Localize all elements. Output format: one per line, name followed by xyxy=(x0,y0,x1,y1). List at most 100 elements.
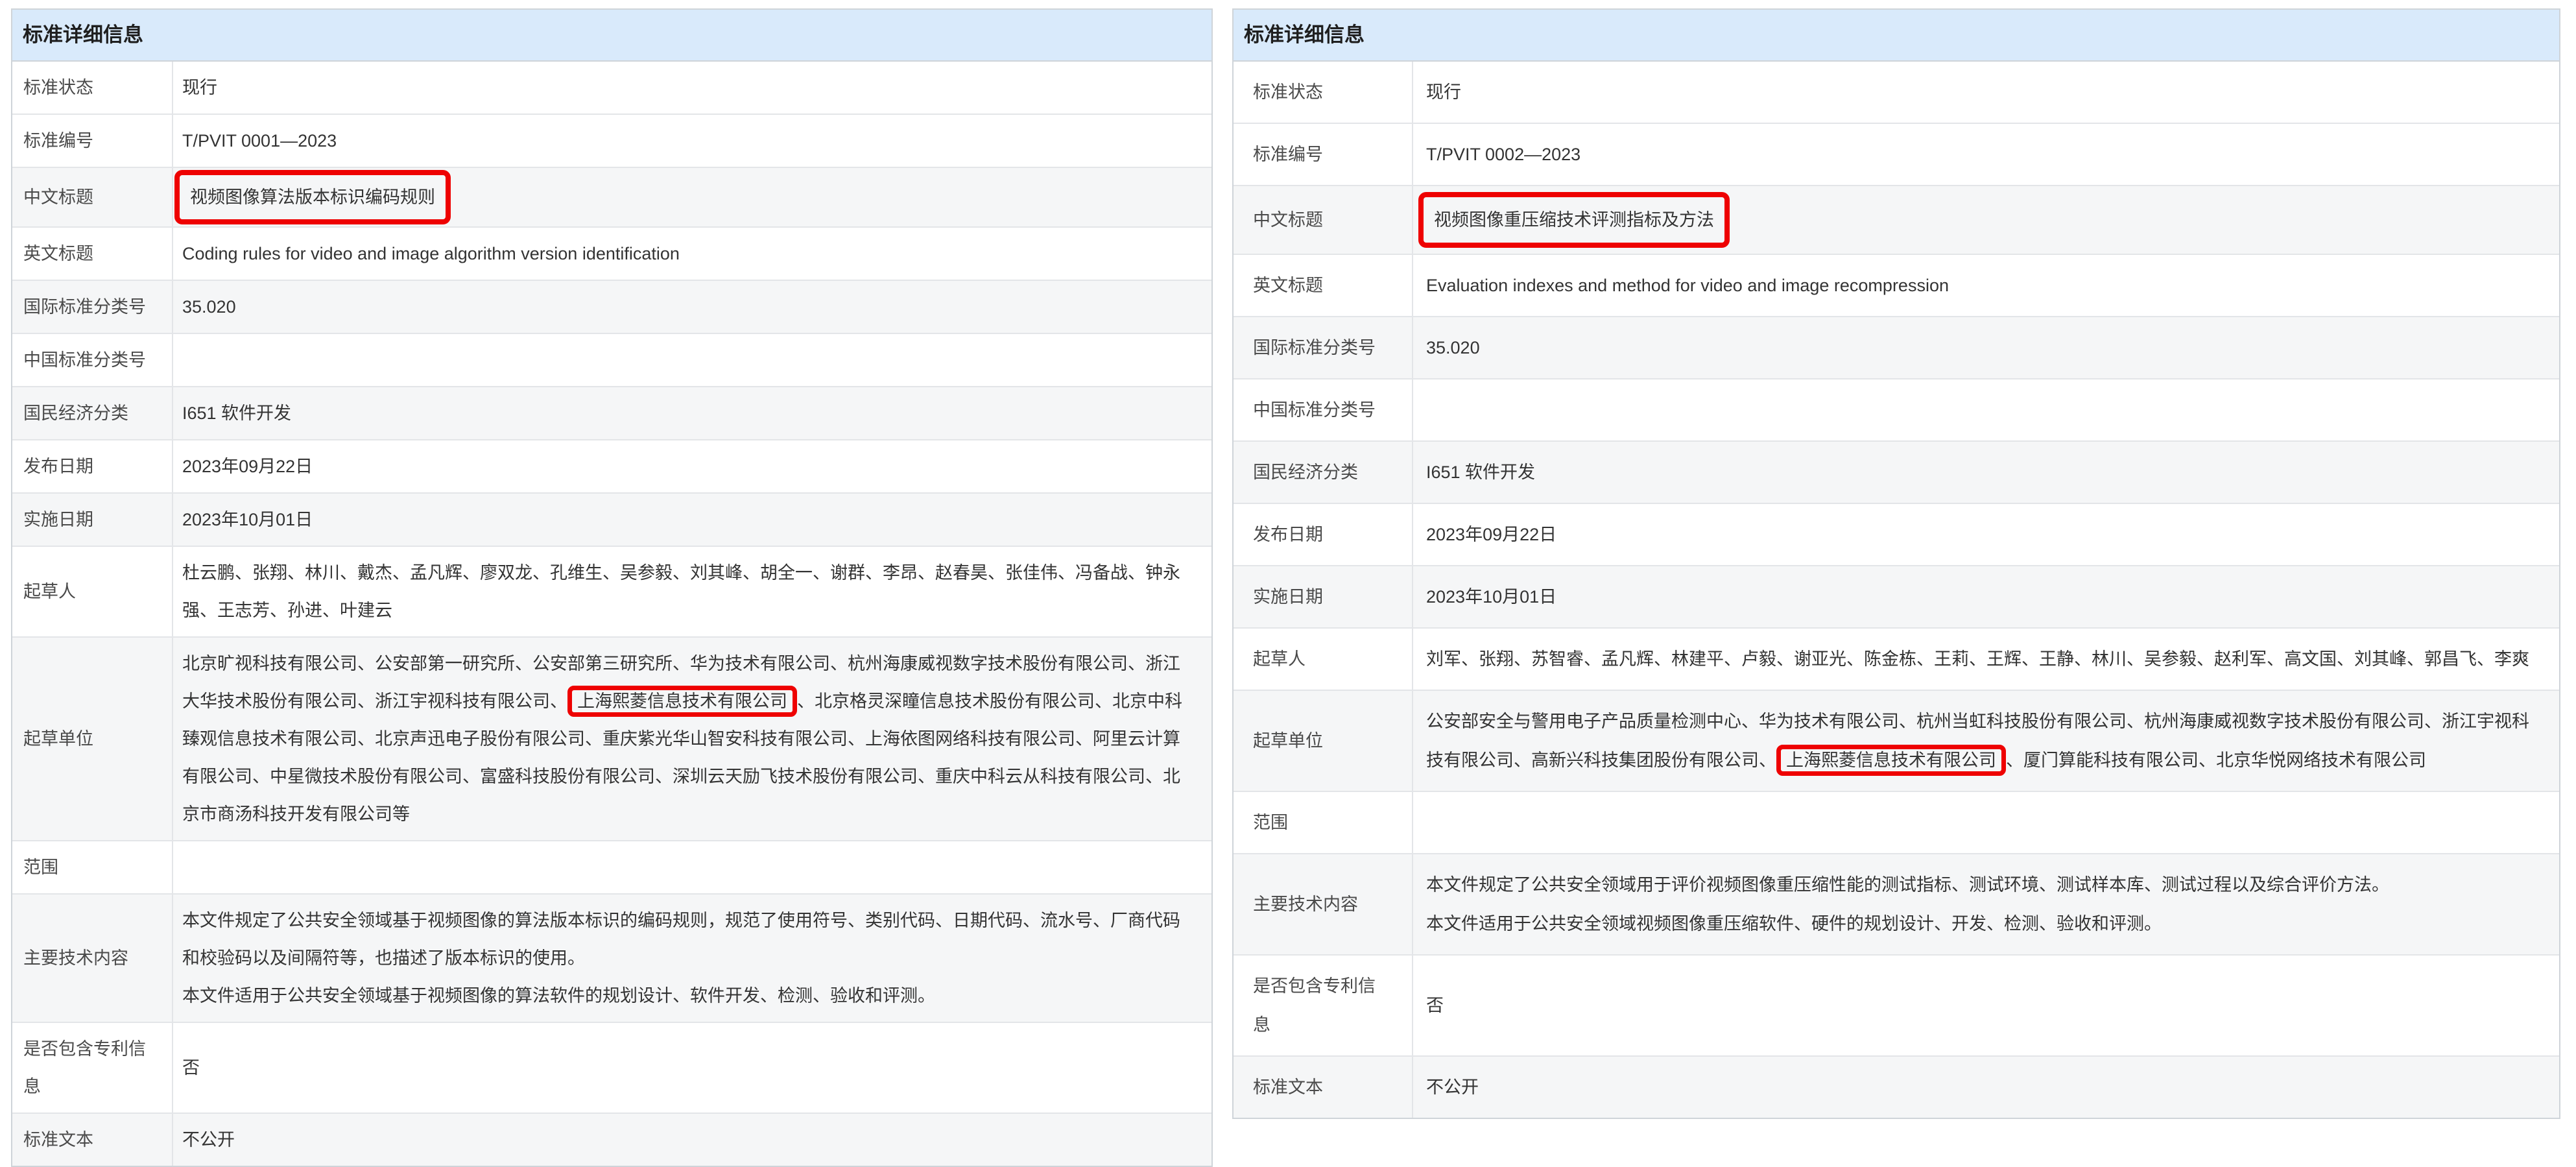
field-value-content: 不公开 xyxy=(182,1121,1197,1159)
row-publish-date: 发布日期 2023年09月22日 xyxy=(1234,503,2559,565)
field-label: 起草单位 xyxy=(1234,691,1413,791)
field-value xyxy=(1413,792,2559,853)
red-highlight-box: 上海熙菱信息技术有限公司 xyxy=(1776,745,2006,776)
field-label-text: 标准文本 xyxy=(23,1121,93,1159)
field-value: 2023年10月01日 xyxy=(173,494,1211,546)
field-label: 起草人 xyxy=(1234,629,1413,690)
row-ccs: 中国标准分类号 xyxy=(1234,378,2559,440)
field-label-text: 实施日期 xyxy=(23,501,93,538)
row-ics: 国际标准分类号 35.020 xyxy=(1234,316,2559,378)
row-drafters: 起草人 刘军、张翔、苏智睿、孟凡辉、林建平、卢毅、谢亚光、陈金栋、王莉、王辉、王静… xyxy=(1234,627,2559,690)
field-label-text: 标准状态 xyxy=(23,69,93,106)
field-value xyxy=(173,334,1211,386)
table-title: 标准详细信息 xyxy=(1244,23,1365,46)
field-value-content: 视频图像重压缩技术评测指标及方法 xyxy=(1426,197,2542,243)
field-value-content: 35.020 xyxy=(1426,328,2542,367)
field-label: 主要技术内容 xyxy=(1234,854,1413,954)
row-status: 标准状态现行 xyxy=(1234,62,2559,123)
field-value-content: Coding rules for video and image algorit… xyxy=(182,235,1197,272)
field-label-text: 国际标准分类号 xyxy=(23,288,146,326)
field-value-content: 北京旷视科技有限公司、公安部第一研究所、公安部第三研究所、华为技术有限公司、杭州… xyxy=(182,645,1197,833)
field-value-content: T/PVIT 0002—2023 xyxy=(1426,135,2542,174)
field-value xyxy=(1413,379,2559,440)
field-label: 是否包含专利信息 xyxy=(12,1023,173,1113)
table-rows: 标准状态现行标准编号T/PVIT 0001—2023中文标题视频图像算法版本标识… xyxy=(12,62,1211,1166)
field-value-content: 公安部安全与警用电子产品质量检测中心、华为技术有限公司、杭州当虹科技股份有限公司… xyxy=(1426,702,2542,780)
row-draft-units: 起草单位 北京旷视科技有限公司、公安部第一研究所、公安部第三研究所、华为技术有限公… xyxy=(12,636,1211,840)
field-label: 标准状态 xyxy=(12,62,173,114)
field-label-text: 起草人 xyxy=(1253,640,1306,679)
field-value: 视频图像重压缩技术评测指标及方法 xyxy=(1413,186,2559,254)
field-label-text: 范围 xyxy=(1253,803,1288,842)
row-title-zh: 中文标题 视频图像算法版本标识编码规则 xyxy=(12,167,1211,226)
field-value-content: 现行 xyxy=(182,69,1197,106)
field-value-content: 2023年09月22日 xyxy=(182,448,1197,485)
field-value xyxy=(173,841,1211,893)
table-header: 标准详细信息 xyxy=(12,10,1211,62)
field-label-text: 实施日期 xyxy=(1253,577,1323,616)
paragraph: 本文件适用于公共安全领域基于视频图像的算法软件的规划设计、软件开发、检测、验收和… xyxy=(182,977,1197,1015)
field-label-text: 中文标题 xyxy=(23,178,93,216)
field-value: 北京旷视科技有限公司、公安部第一研究所、公安部第三研究所、华为技术有限公司、杭州… xyxy=(173,638,1211,840)
row-main-content: 主要技术内容本文件规定了公共安全领域用于评价视频图像重压缩性能的测试指标、测试环… xyxy=(1234,853,2559,954)
field-value-content: 2023年09月22日 xyxy=(1426,515,2542,554)
field-value: 2023年09月22日 xyxy=(173,440,1211,492)
field-value-content: 本文件规定了公共安全领域用于评价视频图像重压缩性能的测试指标、测试环境、测试样本… xyxy=(1426,865,2542,943)
text-segment: 、厦门算能科技有限公司、北京华悦网络技术有限公司 xyxy=(2006,751,2426,770)
field-label: 国际标准分类号 xyxy=(1234,317,1413,378)
row-title-en: 英文标题 Evaluation indexes and method for vi… xyxy=(1234,254,2559,316)
row-code: 标准编号T/PVIT 0001—2023 xyxy=(12,114,1211,167)
field-value-content: 杜云鹏、张翔、林川、戴杰、孟凡辉、廖双龙、孔维生、吴参毅、刘其峰、胡全一、谢群、… xyxy=(182,554,1197,629)
field-label-text: 国民经济分类 xyxy=(1253,453,1358,492)
field-label-text: 起草单位 xyxy=(23,720,93,758)
field-label-text: 是否包含专利信息 xyxy=(23,1030,161,1105)
field-label: 实施日期 xyxy=(1234,566,1413,627)
field-label: 标准文本 xyxy=(1234,1057,1413,1118)
field-label: 标准状态 xyxy=(1234,62,1413,123)
field-label: 发布日期 xyxy=(12,440,173,492)
field-label: 中文标题 xyxy=(12,168,173,226)
row-code: 标准编号T/PVIT 0002—2023 xyxy=(1234,123,2559,185)
field-value-content: 视频图像算法版本标识编码规则 xyxy=(182,175,1197,219)
field-label: 中文标题 xyxy=(1234,186,1413,254)
row-ccs: 中国标准分类号 xyxy=(12,333,1211,386)
row-patent-info: 是否包含专利信息否 xyxy=(12,1022,1211,1113)
field-value: 否 xyxy=(1413,956,2559,1055)
field-value-content: 刘军、张翔、苏智睿、孟凡辉、林建平、卢毅、谢亚光、陈金栋、王莉、王辉、王静、林川… xyxy=(1426,640,2542,679)
row-main-content: 主要技术内容本文件规定了公共安全领域基于视频图像的算法版本标识的编码规则，规范了… xyxy=(12,893,1211,1022)
field-value: 刘军、张翔、苏智睿、孟凡辉、林建平、卢毅、谢亚光、陈金栋、王莉、王辉、王静、林川… xyxy=(1413,629,2559,690)
field-label: 英文标题 xyxy=(12,228,173,280)
field-value-content: I651 软件开发 xyxy=(1426,453,2542,492)
field-label: 中国标准分类号 xyxy=(12,334,173,386)
field-label: 英文标题 xyxy=(1234,255,1413,316)
field-label: 标准文本 xyxy=(12,1114,173,1166)
field-value-content: Evaluation indexes and method for video … xyxy=(1426,266,2542,305)
row-standard-text: 标准文本不公开 xyxy=(1234,1055,2559,1118)
table-header: 标准详细信息 xyxy=(1234,10,2559,62)
field-value: I651 软件开发 xyxy=(173,387,1211,439)
field-value: 35.020 xyxy=(1413,317,2559,378)
field-label: 国民经济分类 xyxy=(12,387,173,439)
row-draft-units: 起草单位 公安部安全与警用电子产品质量检测中心、华为技术有限公司、杭州当虹科技股份… xyxy=(1234,690,2559,791)
paragraph: 本文件适用于公共安全领域视频图像重压缩软件、硬件的规划设计、开发、检测、验收和评… xyxy=(1426,904,2542,943)
row-status: 标准状态 现行 xyxy=(12,62,1211,114)
field-value: 现行 xyxy=(173,62,1211,114)
field-value: T/PVIT 0002—2023 xyxy=(1413,124,2559,185)
field-label: 发布日期 xyxy=(1234,504,1413,565)
field-label: 范围 xyxy=(1234,792,1413,853)
field-value-content: 否 xyxy=(1426,986,2542,1025)
field-label-text: 英文标题 xyxy=(1253,266,1323,305)
field-label-text: 起草单位 xyxy=(1253,721,1323,760)
row-scope: 范围 xyxy=(12,840,1211,893)
field-label-text: 标准状态 xyxy=(1253,73,1323,112)
field-label-text: 英文标题 xyxy=(23,235,93,272)
field-value: 杜云鹏、张翔、林川、戴杰、孟凡辉、廖双龙、孔维生、吴参毅、刘其峰、胡全一、谢群、… xyxy=(173,547,1211,636)
row-economic-class: 国民经济分类I651 软件开发 xyxy=(12,386,1211,439)
field-value-content: T/PVIT 0001—2023 xyxy=(182,122,1197,160)
field-label: 实施日期 xyxy=(12,494,173,546)
field-label-text: 是否包含专利信息 xyxy=(1253,967,1392,1044)
red-highlight-box: 视频图像算法版本标识编码规则 xyxy=(174,170,451,224)
field-label: 标准编号 xyxy=(12,115,173,167)
row-publish-date: 发布日期2023年09月22日 xyxy=(12,439,1211,492)
field-value: 本文件规定了公共安全领域基于视频图像的算法版本标识的编码规则，规范了使用符号、类… xyxy=(173,895,1211,1022)
